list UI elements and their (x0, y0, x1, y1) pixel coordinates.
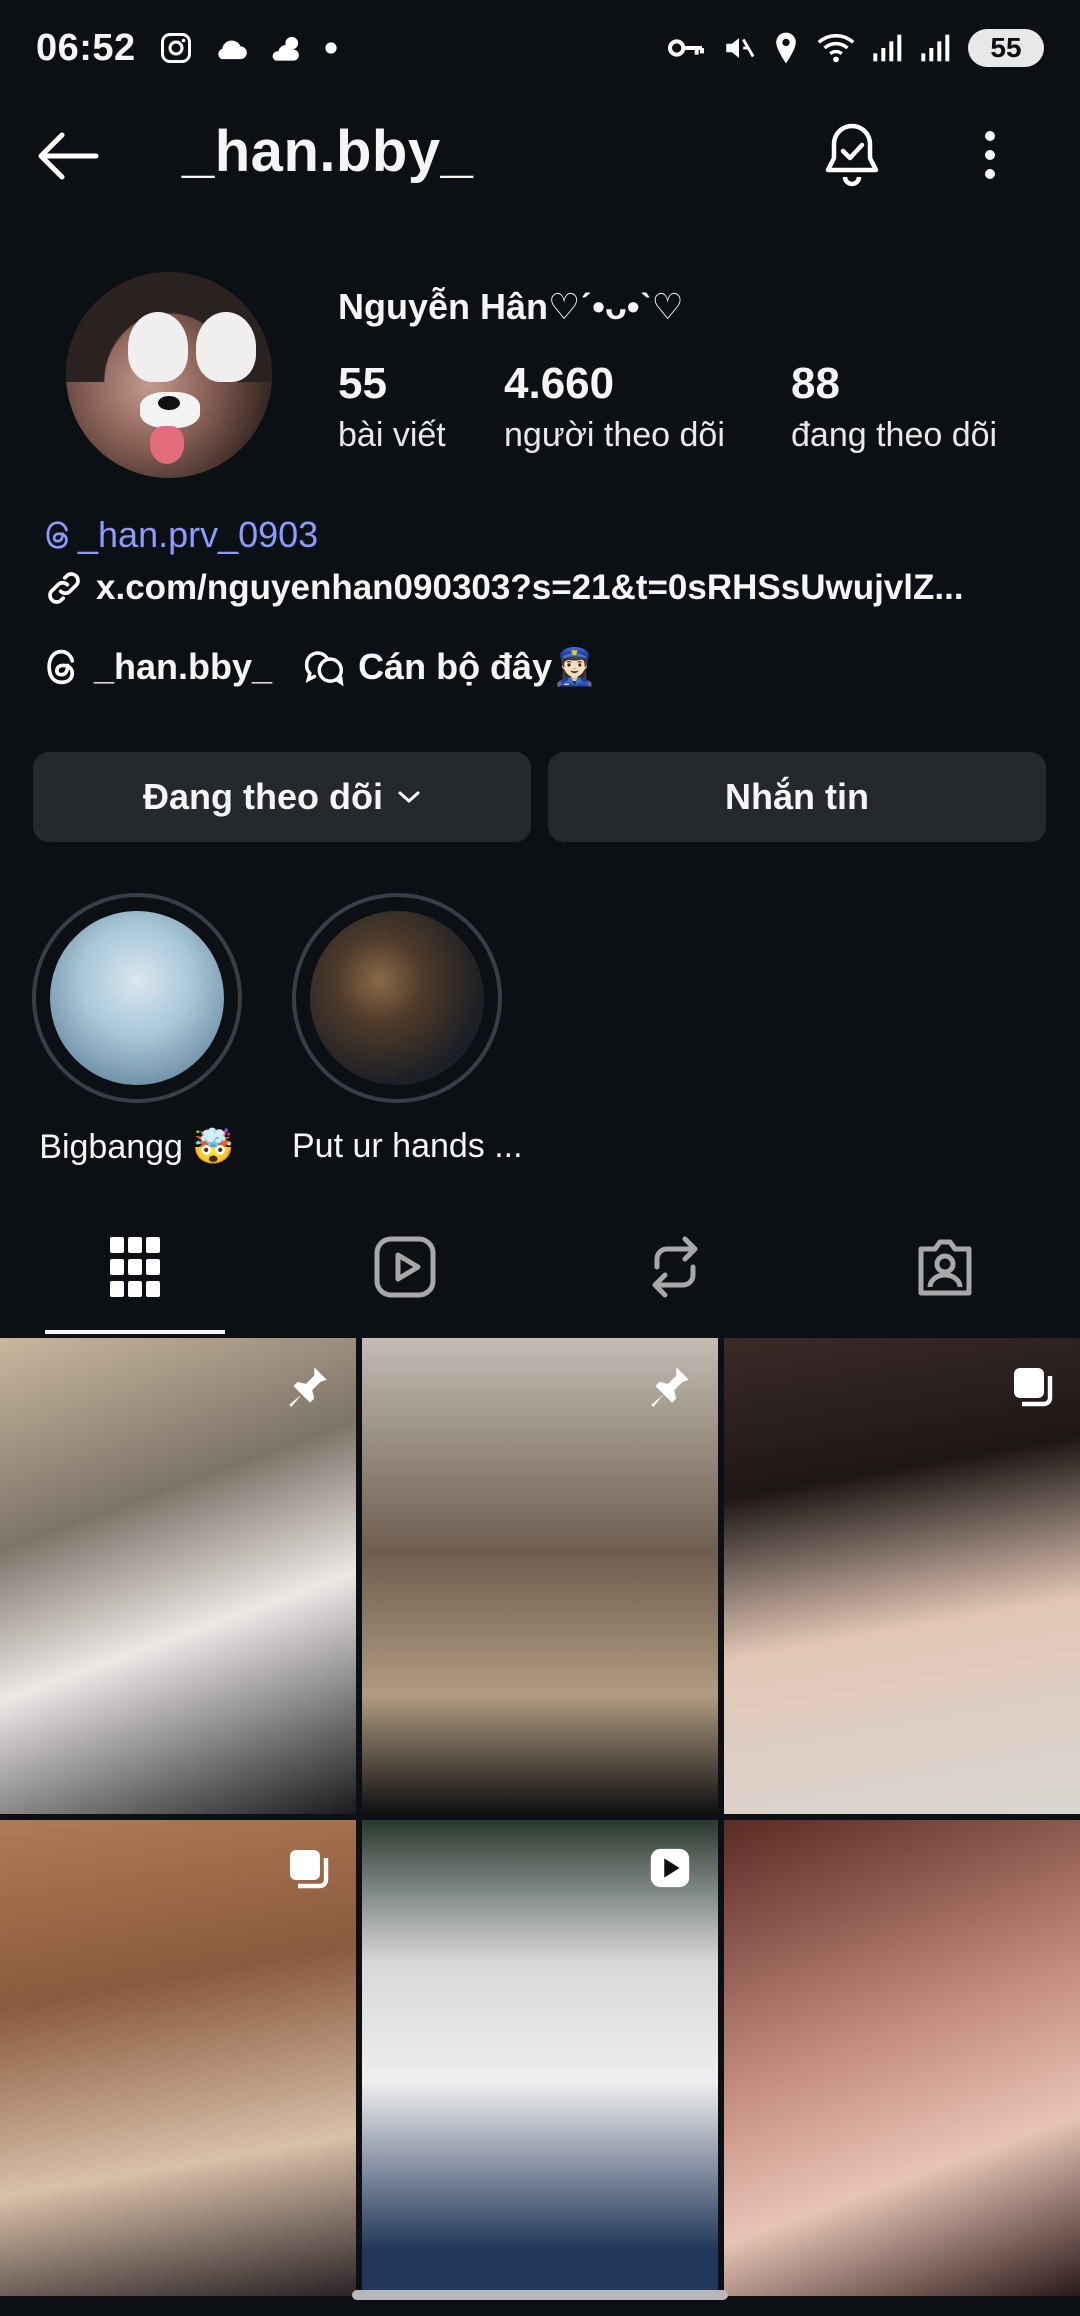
bell-check-icon (825, 123, 879, 187)
vpn-key-icon (668, 39, 704, 57)
tagged-icon (918, 1239, 972, 1296)
bio-external-link[interactable]: x.com/nguyenhan090303?s=21&t=0sRHSsUwujv… (44, 568, 964, 608)
highlight-label: Bigbangg 🤯 (39, 1128, 235, 1166)
tab-reposts[interactable] (540, 1200, 810, 1334)
post-thumbnail[interactable] (724, 1820, 1080, 2296)
pin-icon (289, 1367, 327, 1407)
grid-icon (110, 1237, 160, 1297)
status-bar: 06:52 55 (0, 0, 1080, 96)
mute-icon (726, 38, 755, 58)
link-text: x.com/nguyenhan090303?s=21&t=0sRHSsUwujv… (96, 568, 964, 607)
wifi-icon (817, 34, 855, 63)
threads-icon (46, 521, 68, 549)
page-title: _han.bby_ (182, 119, 474, 184)
avatar[interactable] (66, 272, 272, 478)
story-highlight[interactable]: Put ur hands ... (292, 893, 523, 1166)
status-time: 06:52 (36, 26, 136, 69)
highlight-cover-image (50, 911, 224, 1085)
post-thumbnail[interactable] (0, 1820, 356, 2296)
highlight-label: Put ur hands ... (292, 1127, 523, 1165)
post-thumbnail[interactable] (0, 1338, 356, 1814)
bio-threads-link[interactable]: _han.prv_0903 (44, 514, 318, 556)
pin-icon (651, 1367, 689, 1407)
story-highlight[interactable]: Bigbangg 🤯 (32, 893, 242, 1167)
back-arrow-icon (38, 132, 99, 180)
gesture-home-bar[interactable] (352, 2290, 728, 2300)
post-thumbnail[interactable] (362, 1820, 718, 2296)
notifications-button[interactable] (820, 120, 884, 190)
more-vertical-icon (985, 131, 995, 179)
battery-indicator: 55 (968, 29, 1044, 67)
threads-chip[interactable]: _han.bby_ (44, 646, 272, 688)
profile-tabs (0, 1200, 1080, 1334)
profile-header: _han.bby_ (0, 110, 1080, 200)
chat-bubbles-icon (304, 651, 344, 687)
broadcast-chat-chip[interactable]: Cán bộ đây👮🏻‍♀️ (302, 646, 597, 688)
highlight-cover-ring (32, 893, 242, 1103)
following-count: 88 (791, 359, 840, 408)
message-button[interactable]: Nhắn tin (548, 752, 1046, 842)
more-options-button[interactable] (966, 120, 1014, 190)
highlight-cover-image (310, 911, 484, 1085)
threads-handle: _han.prv_0903 (78, 514, 319, 555)
reels-icon (374, 1236, 436, 1298)
back-button[interactable] (36, 124, 100, 188)
display-name: Nguyễn Hân♡ˊ•ᴗ•ˋ♡ (338, 286, 684, 327)
following-label: đang theo dõi (791, 416, 998, 455)
followers-label: người theo dõi (504, 416, 725, 455)
post-thumbnail[interactable] (724, 1338, 1080, 1814)
threads-icon (47, 649, 75, 685)
post-thumbnail[interactable] (362, 1338, 718, 1814)
posts-grid (0, 1338, 1080, 2296)
posts-label: bài viết (338, 416, 446, 455)
more-notifications-dot-icon (325, 42, 337, 54)
message-button-label: Nhắn tin (725, 776, 869, 817)
posts-stat[interactable]: 55 bài viết (338, 359, 446, 455)
following-stat[interactable]: 88 đang theo dõi (791, 359, 998, 455)
following-button[interactable]: Đang theo dõi (33, 752, 531, 842)
tab-posts[interactable] (0, 1200, 270, 1334)
tab-reels[interactable] (270, 1200, 540, 1334)
tab-tagged[interactable] (810, 1200, 1080, 1334)
carousel-icon (290, 1850, 329, 1889)
signal-2-icon (921, 34, 950, 62)
signal-1-icon (873, 34, 902, 62)
weather-icon (272, 36, 299, 61)
followers-count: 4.660 (504, 359, 615, 408)
posts-count: 55 (338, 359, 387, 408)
broadcast-chat-label: Cán bộ đây👮🏻‍♀️ (358, 646, 597, 687)
chevron-down-icon (398, 791, 420, 803)
threads-chip-label: _han.bby_ (94, 646, 273, 687)
following-button-label: Đang theo dõi (143, 776, 383, 817)
link-icon (48, 572, 80, 604)
instagram-notification-icon (160, 33, 191, 63)
followers-stat[interactable]: 4.660 người theo dõi (504, 359, 725, 455)
reel-play-icon (650, 1848, 690, 1888)
reposts-icon (652, 1236, 698, 1298)
profile-chips: _han.bby_ Cán bộ đây👮🏻‍♀️ (44, 646, 597, 688)
highlight-cover-ring (292, 893, 502, 1103)
cloud-icon (218, 40, 247, 60)
carousel-icon (1014, 1368, 1053, 1407)
location-icon (776, 32, 796, 64)
